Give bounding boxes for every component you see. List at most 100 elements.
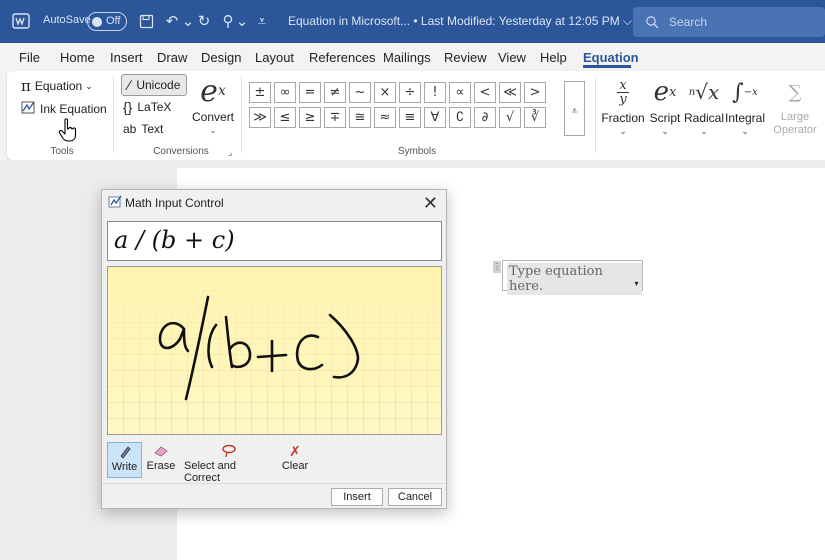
large-operator-button[interactable]: ∑ Large Operator bbox=[765, 75, 825, 137]
conversions-group-label: Conversions bbox=[153, 146, 209, 157]
symbols-more-button[interactable]: ⩡ bbox=[564, 81, 585, 136]
equation-handle[interactable]: ⋮ bbox=[493, 261, 501, 273]
symbol-identical[interactable]: ≡ bbox=[399, 107, 421, 128]
symbol-for-all[interactable]: ∀ bbox=[424, 107, 446, 128]
symbol-times[interactable]: × bbox=[374, 82, 396, 103]
tab-mailings[interactable]: Mailings bbox=[383, 50, 431, 65]
tab-equation[interactable]: Equation bbox=[583, 50, 639, 65]
ink-equation-button[interactable]: Ink Equation bbox=[21, 100, 107, 118]
convert-label: Convert bbox=[192, 110, 235, 124]
symbol-less-than[interactable]: < bbox=[474, 82, 496, 103]
symbol-greater-than[interactable]: > bbox=[524, 82, 546, 103]
radical-button[interactable]: n √x Radical ⌄ bbox=[683, 75, 725, 137]
select-and-correct-tool[interactable]: Select and Correct bbox=[184, 442, 274, 484]
equation-label: Equation bbox=[34, 79, 83, 93]
script-icon: ex bbox=[653, 77, 677, 107]
redo-icon[interactable]: ↻ bbox=[194, 11, 214, 31]
symbol-minus-plus[interactable]: ∓ bbox=[324, 107, 346, 128]
dialog-title: Math Input Control bbox=[125, 196, 224, 210]
lasso-icon bbox=[221, 442, 237, 460]
tab-review[interactable]: Review bbox=[444, 50, 487, 65]
customize-toolbar-icon[interactable]: ⩡ bbox=[252, 11, 272, 31]
tab-references[interactable]: References bbox=[309, 50, 375, 65]
latex-button[interactable]: {} LaTeX bbox=[123, 99, 171, 115]
writing-area[interactable] bbox=[107, 266, 442, 435]
convert-icon: ex bbox=[200, 73, 226, 109]
equation-placeholder-box[interactable]: ⋮ Type equation here. ▾ bbox=[493, 260, 643, 295]
symbol-approx[interactable]: ≈ bbox=[374, 107, 396, 128]
close-icon[interactable]: ✕ bbox=[423, 193, 438, 214]
autosave-label: AutoSave bbox=[43, 14, 91, 26]
ribbon: π Equation ⌄ Ink Equation Tools ∕ Unicod… bbox=[7, 71, 825, 160]
unicode-button[interactable]: ∕ Unicode bbox=[121, 74, 188, 96]
symbol-cube-root[interactable]: ∛ bbox=[524, 107, 546, 128]
fraction-icon: xy bbox=[617, 75, 629, 109]
symbols-gallery: ± ∞ = ≠ ~ × ÷ ! ∝ < ≪ > ≫ ≤ ≥ ∓ ≅ ≈ ≡ ∀ … bbox=[249, 82, 546, 128]
symbol-much-greater[interactable]: ≫ bbox=[249, 107, 271, 128]
group-separator bbox=[595, 77, 596, 153]
tab-design[interactable]: Design bbox=[201, 50, 241, 65]
symbols-group-label: Symbols bbox=[397, 146, 437, 157]
symbol-congruent[interactable]: ≅ bbox=[349, 107, 371, 128]
symbol-not-equal[interactable]: ≠ bbox=[324, 82, 346, 103]
group-separator bbox=[241, 77, 242, 153]
cancel-button[interactable]: Cancel bbox=[388, 488, 442, 506]
erase-label: Erase bbox=[146, 460, 176, 472]
symbol-less-equal[interactable]: ≤ bbox=[274, 107, 296, 128]
symbol-complement[interactable]: ∁ bbox=[449, 107, 471, 128]
equation-button[interactable]: π Equation ⌄ bbox=[21, 77, 93, 95]
symbol-proportional[interactable]: ∝ bbox=[449, 82, 471, 103]
chevron-down-icon: ⌄ bbox=[661, 126, 669, 136]
symbol-infinity[interactable]: ∞ bbox=[274, 82, 296, 103]
autosave-toggle[interactable]: Off bbox=[87, 12, 127, 31]
tab-insert[interactable]: Insert bbox=[110, 50, 143, 65]
clear-tool[interactable]: ✗ Clear bbox=[280, 442, 310, 473]
symbol-plus-minus[interactable]: ± bbox=[249, 82, 271, 103]
integral-label: Integral bbox=[724, 111, 766, 125]
toggle-knob bbox=[92, 17, 102, 27]
dialog-separator bbox=[102, 483, 446, 484]
tab-layout[interactable]: Layout bbox=[255, 50, 294, 65]
ink-equation-icon bbox=[21, 100, 36, 118]
fraction-button[interactable]: xy Fraction ⌄ bbox=[601, 75, 644, 137]
document-title[interactable]: Equation in Microsoft... • Last Modified… bbox=[288, 14, 632, 29]
integral-icon: ∫ −x bbox=[732, 79, 758, 105]
chevron-down-icon: ⌄ bbox=[209, 125, 217, 135]
dialog-launcher-icon[interactable]: ⌟ bbox=[228, 147, 232, 158]
symbol-divide[interactable]: ÷ bbox=[399, 82, 421, 103]
latex-label: LaTeX bbox=[137, 100, 172, 114]
symbol-equal[interactable]: = bbox=[299, 82, 321, 103]
tab-view[interactable]: View bbox=[498, 50, 526, 65]
equation-options-icon[interactable]: ▾ bbox=[631, 278, 642, 290]
save-icon[interactable] bbox=[136, 11, 156, 31]
chevron-down-icon: ⌄ bbox=[619, 126, 627, 136]
write-tool[interactable]: Write bbox=[107, 442, 142, 478]
tab-draw[interactable]: Draw bbox=[157, 50, 187, 65]
ribbon-tabs: File Home Insert Draw Design Layout Refe… bbox=[0, 43, 825, 71]
text-format-icon: ab bbox=[123, 122, 137, 136]
chevron-down-icon: ⌄ bbox=[741, 126, 749, 136]
eraser-icon bbox=[153, 442, 169, 460]
symbol-factorial[interactable]: ! bbox=[424, 82, 446, 103]
symbol-tilde[interactable]: ~ bbox=[349, 82, 371, 103]
symbol-partial[interactable]: ∂ bbox=[474, 107, 496, 128]
script-label: Script bbox=[649, 111, 681, 125]
radical-icon: n √x bbox=[688, 80, 720, 104]
script-button[interactable]: ex Script ⌄ bbox=[645, 75, 685, 137]
integral-button[interactable]: ∫ −x Integral ⌄ bbox=[723, 75, 767, 137]
chevron-down-icon: ⌄ bbox=[700, 126, 708, 136]
insert-button[interactable]: Insert bbox=[331, 488, 383, 506]
symbol-sqrt[interactable]: √ bbox=[499, 107, 521, 128]
tab-help[interactable]: Help bbox=[540, 50, 567, 65]
touch-dropdown-icon[interactable]: ⌄ bbox=[232, 11, 252, 31]
symbol-greater-equal[interactable]: ≥ bbox=[299, 107, 321, 128]
search-box[interactable]: Search bbox=[633, 7, 825, 37]
tab-file[interactable]: File bbox=[19, 50, 40, 65]
erase-tool[interactable]: Erase bbox=[146, 442, 176, 472]
symbol-much-less[interactable]: ≪ bbox=[499, 82, 521, 103]
text-button[interactable]: ab Text bbox=[123, 122, 163, 136]
recognized-expression: a / (b + c) bbox=[114, 226, 235, 254]
word-app-icon bbox=[12, 12, 30, 30]
tab-home[interactable]: Home bbox=[60, 50, 95, 65]
convert-button[interactable]: ex Convert ⌄ bbox=[192, 74, 234, 136]
